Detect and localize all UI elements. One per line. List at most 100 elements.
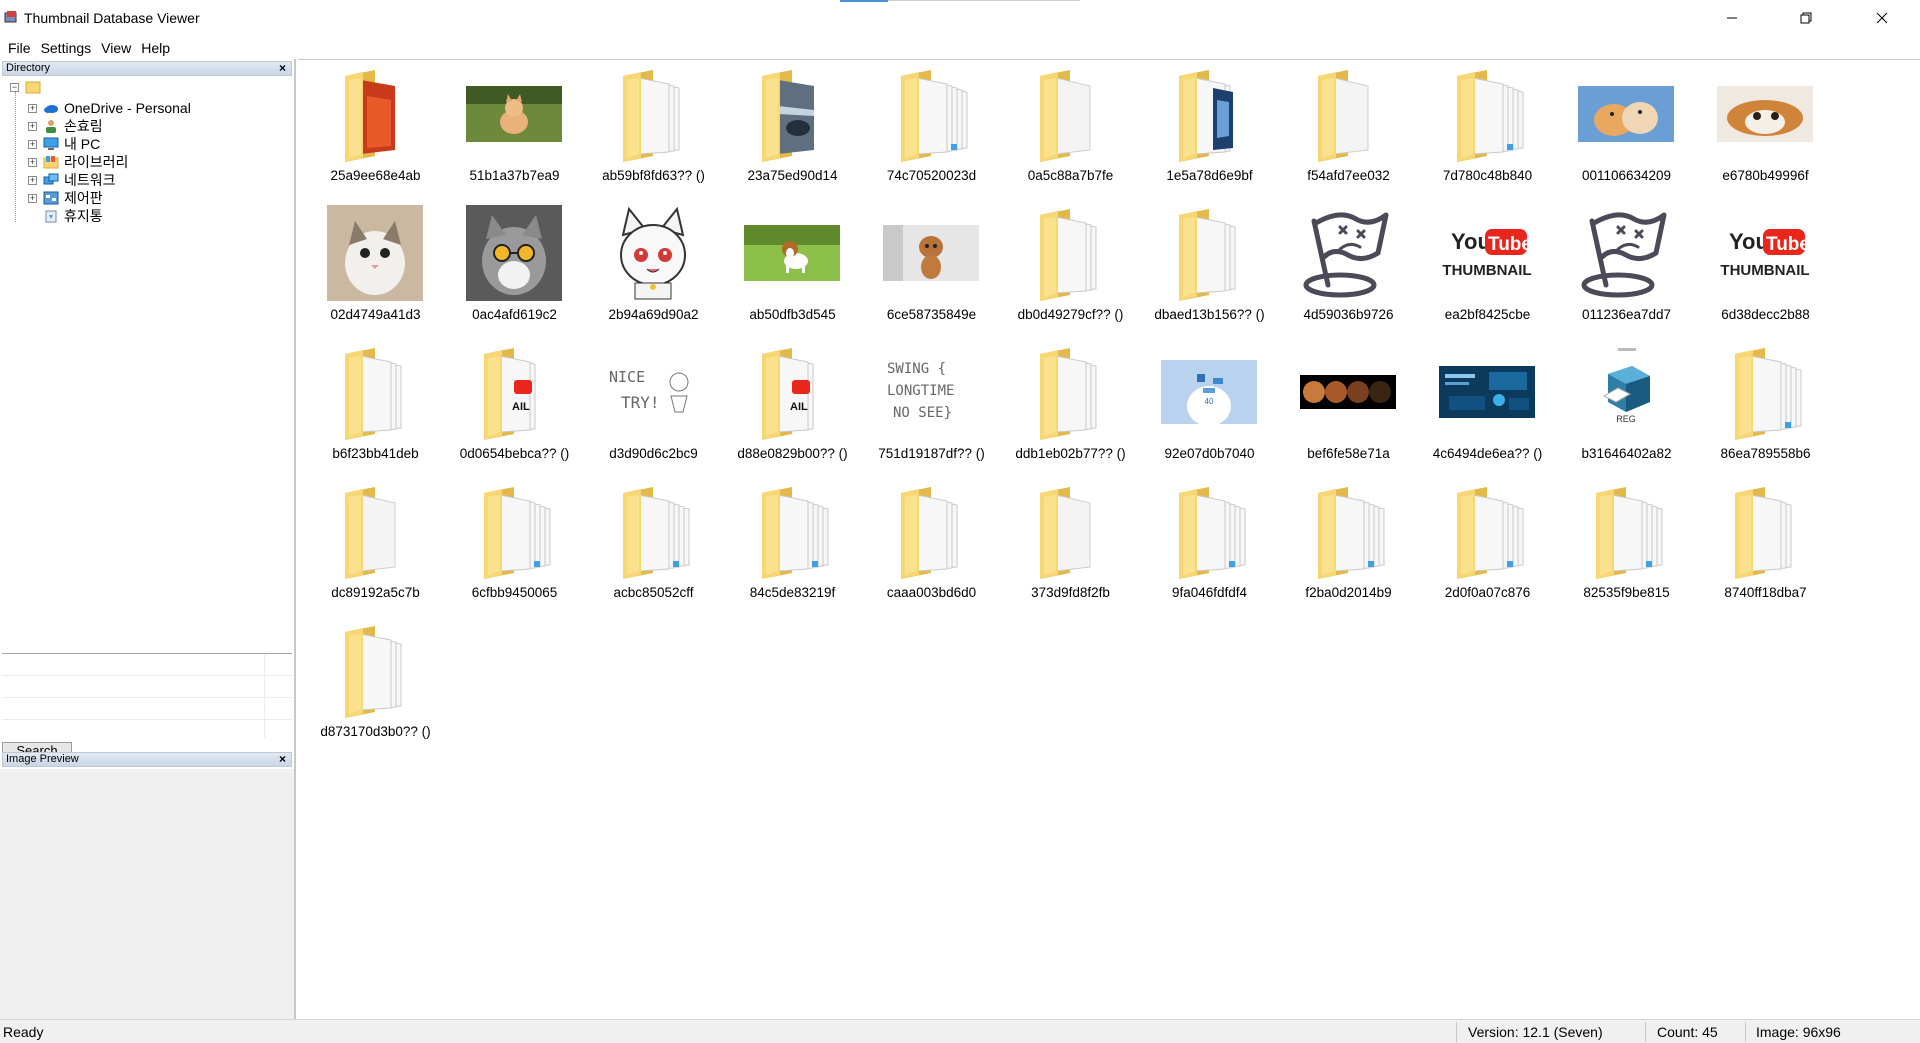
thumbnail-item[interactable]: You Tube THUMBNAIL 6d38decc2b88 xyxy=(1696,205,1835,344)
expand-icon[interactable]: + xyxy=(28,175,37,185)
thumbnail-item[interactable]: 0a5c88a7b7fe xyxy=(1001,66,1140,205)
menu-view[interactable]: View xyxy=(96,40,136,56)
thumbnail-label: 7d780c48b840 xyxy=(1442,168,1533,183)
thumbnail-item[interactable]: 2d0f0a07c876 xyxy=(1418,483,1557,622)
expand-icon[interactable]: + xyxy=(28,157,37,167)
menu-settings[interactable]: Settings xyxy=(36,40,97,56)
image-thumbnail: You Tube THUMBNAIL xyxy=(1717,205,1813,301)
thumbnail-item[interactable]: 4d59036b9726 xyxy=(1279,205,1418,344)
thumbnail-item[interactable]: e6780b49996f xyxy=(1696,66,1835,205)
search-row[interactable] xyxy=(2,720,292,742)
thumbnail-item[interactable]: ab59bf8fd63?? () xyxy=(584,66,723,205)
thumbnail-item[interactable]: 82535f9be815 xyxy=(1557,483,1696,622)
thumbnail-item[interactable]: 7d780c48b840 xyxy=(1418,66,1557,205)
svg-text:AIL: AIL xyxy=(790,401,808,413)
thumbnail-item[interactable]: 2b94a69d90a2 xyxy=(584,205,723,344)
preview-panel-title: Image Preview xyxy=(6,753,79,765)
tree-item-label: 제어판 xyxy=(64,190,103,206)
thumbnail-label: 82535f9be815 xyxy=(1583,585,1670,600)
thumbnail-item[interactable]: AIL d88e0829b00?? () xyxy=(723,344,862,483)
svg-text:TRY!: TRY! xyxy=(621,393,660,412)
close-button[interactable] xyxy=(1846,0,1918,36)
tree-item[interactable]: + 제어판 xyxy=(28,188,103,208)
folder-thumbnail-icon xyxy=(466,483,562,579)
thumbnail-item[interactable]: 25a9ee68e4ab xyxy=(306,66,445,205)
restore-button[interactable] xyxy=(1770,0,1842,36)
tree-item-label: 손효림 xyxy=(64,118,103,134)
thumbnail-label: 001106634209 xyxy=(1581,168,1672,183)
thumbnail-label: d873170d3b0?? () xyxy=(320,724,431,739)
thumbnail-label: 8740ff18dba7 xyxy=(1724,585,1807,600)
thumbnail-item[interactable]: REG b31646402a82 xyxy=(1557,344,1696,483)
thumbnail-item[interactable]: You Tube THUMBNAIL ea2bf8425cbe xyxy=(1418,205,1557,344)
thumbnail-label: dbaed13b156?? () xyxy=(1154,307,1265,322)
menu-file[interactable]: File xyxy=(3,40,36,56)
tree-item[interactable]: + 내 PC xyxy=(28,134,100,154)
tree-item[interactable]: 휴지통 xyxy=(28,206,103,226)
tree-item[interactable]: + 네트워크 xyxy=(28,170,116,190)
thumbnail-item[interactable]: ab50dfb3d545 xyxy=(723,205,862,344)
folder-thumbnail-icon xyxy=(1578,483,1674,579)
thumbnail-item[interactable]: f54afd7ee032 xyxy=(1279,66,1418,205)
folder-thumbnail-icon xyxy=(1022,205,1118,301)
folder-thumbnail-icon xyxy=(1161,483,1257,579)
collapse-icon[interactable]: − xyxy=(10,82,19,92)
search-criteria-grid[interactable] xyxy=(2,653,292,738)
thumbnail-item[interactable]: dc89192a5c7b xyxy=(306,483,445,622)
search-row[interactable] xyxy=(2,654,292,676)
thumbnail-item[interactable]: 6cfbb9450065 xyxy=(445,483,584,622)
window-title: Thumbnail Database Viewer xyxy=(24,10,200,26)
thumbnail-item[interactable]: 1e5a78d6e9bf xyxy=(1140,66,1279,205)
thumbnail-item[interactable]: 9fa046fdfdf4 xyxy=(1140,483,1279,622)
thumbnail-item[interactable]: 8740ff18dba7 xyxy=(1696,483,1835,622)
thumbnail-item[interactable]: 74c70520023d xyxy=(862,66,1001,205)
preview-panel-close-icon[interactable]: × xyxy=(279,753,286,766)
thumbnail-item[interactable]: f2ba0d2014b9 xyxy=(1279,483,1418,622)
thumbnail-item[interactable]: 011236ea7dd7 xyxy=(1557,205,1696,344)
thumbnail-item[interactable]: acbc85052cff xyxy=(584,483,723,622)
menu-help[interactable]: Help xyxy=(136,40,175,56)
search-row[interactable] xyxy=(2,698,292,720)
directory-panel-close-icon[interactable]: × xyxy=(279,62,286,75)
thumbnail-item[interactable]: NICE TRY! d3d90d6c2bc9 xyxy=(584,344,723,483)
window-accent xyxy=(840,0,888,2)
thumbnail-item[interactable]: b6f23bb41deb xyxy=(306,344,445,483)
thumbnail-item[interactable]: caaa003bd6d0 xyxy=(862,483,1001,622)
minimize-button[interactable] xyxy=(1696,0,1768,36)
thumbnail-item[interactable]: ddb1eb02b77?? () xyxy=(1001,344,1140,483)
control-panel-icon xyxy=(43,191,59,205)
image-thumbnail xyxy=(1300,344,1396,440)
expand-icon[interactable]: + xyxy=(28,121,37,131)
thumbnail-label: bef6fe58e71a xyxy=(1307,446,1390,461)
status-count: Count: 45 xyxy=(1657,1024,1718,1040)
tree-item[interactable]: + 손효림 xyxy=(28,116,103,136)
tree-root[interactable]: − xyxy=(10,80,41,94)
thumbnail-item[interactable]: AIL 0d0654bebca?? () xyxy=(445,344,584,483)
thumbnail-item[interactable]: dbaed13b156?? () xyxy=(1140,205,1279,344)
thumbnail-item[interactable]: 373d9fd8f2fb xyxy=(1001,483,1140,622)
image-thumbnail xyxy=(605,205,701,301)
tree-item[interactable]: + 라이브러리 xyxy=(28,152,128,172)
thumbnail-item[interactable]: 86ea789558b6 xyxy=(1696,344,1835,483)
thumbnail-item[interactable]: db0d49279cf?? () xyxy=(1001,205,1140,344)
thumbnail-item[interactable]: 4c6494de6ea?? () xyxy=(1418,344,1557,483)
tree-item[interactable]: + OneDrive - Personal xyxy=(28,98,191,118)
thumbnail-item[interactable]: 51b1a37b7ea9 xyxy=(445,66,584,205)
thumbnail-item[interactable]: 001106634209 xyxy=(1557,66,1696,205)
expand-icon[interactable]: + xyxy=(28,193,37,203)
expand-icon[interactable]: + xyxy=(28,103,37,113)
folder-thumbnail-icon xyxy=(1161,205,1257,301)
pc-icon xyxy=(43,137,59,151)
thumbnail-item[interactable]: bef6fe58e71a xyxy=(1279,344,1418,483)
svg-text:Tube: Tube xyxy=(1488,234,1532,255)
thumbnail-item[interactable]: 23a75ed90d14 xyxy=(723,66,862,205)
thumbnail-item[interactable]: 02d4749a41d3 xyxy=(306,205,445,344)
thumbnail-item[interactable]: 40 92e07d0b7040 xyxy=(1140,344,1279,483)
thumbnail-item[interactable]: d873170d3b0?? () xyxy=(306,622,445,761)
expand-icon[interactable]: + xyxy=(28,139,37,149)
search-row[interactable] xyxy=(2,676,292,698)
thumbnail-item[interactable]: SWING {LONGTIME NO SEE} 751d19187df?? () xyxy=(862,344,1001,483)
thumbnail-item[interactable]: 6ce58735849e xyxy=(862,205,1001,344)
thumbnail-item[interactable]: 0ac4afd619c2 xyxy=(445,205,584,344)
thumbnail-item[interactable]: 84c5de83219f xyxy=(723,483,862,622)
